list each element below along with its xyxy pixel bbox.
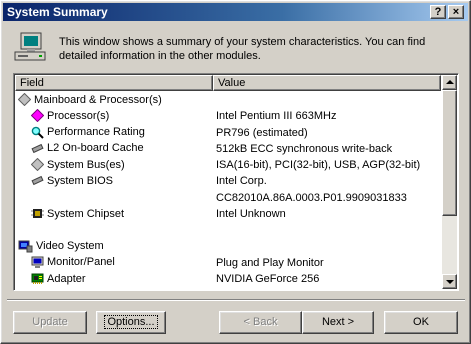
list-item[interactable]: System Chipset Intel Unknown [15, 206, 441, 222]
list-item[interactable]: CC82010A.86A.0003.P01.9909031833 [15, 190, 441, 206]
ok-button[interactable]: OK [384, 311, 458, 334]
list-item[interactable] [15, 222, 441, 238]
diamond-gray-icon [30, 157, 45, 172]
help-button[interactable]: ? [430, 5, 446, 19]
separator [7, 299, 465, 301]
list-item[interactable]: Performance Rating PR796 (estimated) [15, 125, 441, 141]
field-label: Processor(s) [47, 109, 110, 122]
field-cell: System Chipset [31, 207, 124, 220]
next-button[interactable]: Next > [302, 311, 374, 334]
value-cell: Plug and Play Monitor [216, 256, 324, 269]
close-button[interactable]: × [448, 5, 464, 19]
system-summary-window: System Summary ? × This window shows a s… [0, 0, 471, 344]
field-label: L2 On-board Cache [47, 142, 144, 155]
field-label: Monitor/Panel [47, 256, 115, 269]
memory-chip-icon [31, 142, 44, 155]
chip-icon [31, 207, 44, 220]
arrow-down-icon [446, 280, 454, 284]
value-cell: Intel Unknown [216, 208, 286, 221]
diamond-gray-icon [17, 92, 32, 107]
list-item[interactable]: L2 On-board Cache 512kB ECC synchronous w… [15, 141, 441, 157]
field-label: System Chipset [47, 207, 125, 220]
video-system-icon [18, 240, 33, 253]
monitor-icon [31, 256, 44, 269]
summary-list[interactable]: Field Value Mainboard & Processor(s) Proc… [13, 73, 459, 291]
field-label: Adapter [47, 272, 86, 285]
arrow-up-icon [446, 80, 454, 84]
field-label: System BIOS [47, 174, 114, 187]
value-cell: 512kB ECC synchronous write-back [216, 142, 393, 155]
magnifier-icon [31, 126, 44, 139]
computer-icon [14, 32, 46, 61]
field-cell: Performance Rating [31, 126, 145, 139]
column-header-value[interactable]: Value [213, 75, 441, 91]
list-item[interactable]: Processor(s) Intel Pentium III 663MHz [15, 108, 441, 124]
intro-text: This window shows a summary of your syst… [59, 36, 426, 62]
next-label: Next > [321, 316, 355, 328]
scroll-up-button[interactable] [442, 75, 457, 90]
list-item[interactable]: Video System [15, 239, 441, 255]
value-cell: ISA(16-bit), PCI(32-bit), USB, AGP(32-bi… [216, 159, 421, 172]
value-cell: NVIDIA GeForce 256 [216, 273, 320, 286]
back-button[interactable]: < Back [219, 311, 302, 334]
window-title: System Summary [7, 5, 108, 19]
value-cell: Intel Corp. [216, 175, 267, 188]
field-cell: Adapter [31, 272, 86, 285]
ok-label: OK [413, 316, 429, 328]
update-button[interactable]: Update [13, 311, 87, 334]
scroll-thumb[interactable] [442, 90, 457, 216]
list-item[interactable]: Monitor/Panel Plug and Play Monitor [15, 255, 441, 271]
options-label: Options... [104, 315, 158, 329]
memory-chip-icon [31, 174, 44, 187]
field-label: System Bus(es) [47, 158, 125, 171]
scroll-down-button[interactable] [442, 274, 457, 289]
field-label: Performance Rating [47, 126, 145, 139]
value-cell: Intel Pentium III 663MHz [216, 110, 337, 123]
field-cell: Mainboard & Processor(s) [17, 92, 162, 107]
field-cell: System Bus(es) [30, 157, 125, 172]
list-item[interactable]: System Bus(es) ISA(16-bit), PCI(32-bit), … [15, 157, 441, 173]
list-item[interactable]: Adapter NVIDIA GeForce 256 [15, 271, 441, 287]
vertical-scrollbar[interactable] [442, 75, 457, 289]
list-item[interactable]: System BIOS Intel Corp. [15, 173, 441, 189]
column-header-field[interactable]: Field [15, 75, 213, 91]
field-cell: Monitor/Panel [31, 256, 115, 269]
list-rows: Mainboard & Processor(s) Processor(s) Inte… [15, 92, 441, 288]
options-button[interactable]: Options... [96, 311, 166, 334]
field-label: Mainboard & Processor(s) [34, 93, 162, 106]
update-label: Update [32, 316, 68, 328]
field-label: Video System [36, 240, 104, 253]
field-cell: Processor(s) [30, 109, 110, 123]
field-cell: Video System [18, 240, 104, 253]
list-item[interactable]: Mainboard & Processor(s) [15, 92, 441, 108]
field-cell: System BIOS [31, 174, 113, 187]
diamond-magenta-icon [30, 109, 45, 123]
title-bar[interactable]: System Summary ? × [3, 3, 468, 21]
adapter-icon [31, 272, 44, 285]
back-label: < Back [243, 316, 278, 328]
value-cell: CC82010A.86A.0003.P01.9909031833 [216, 191, 407, 204]
value-cell: PR796 (estimated) [216, 126, 308, 139]
field-cell: L2 On-board Cache [31, 142, 144, 155]
